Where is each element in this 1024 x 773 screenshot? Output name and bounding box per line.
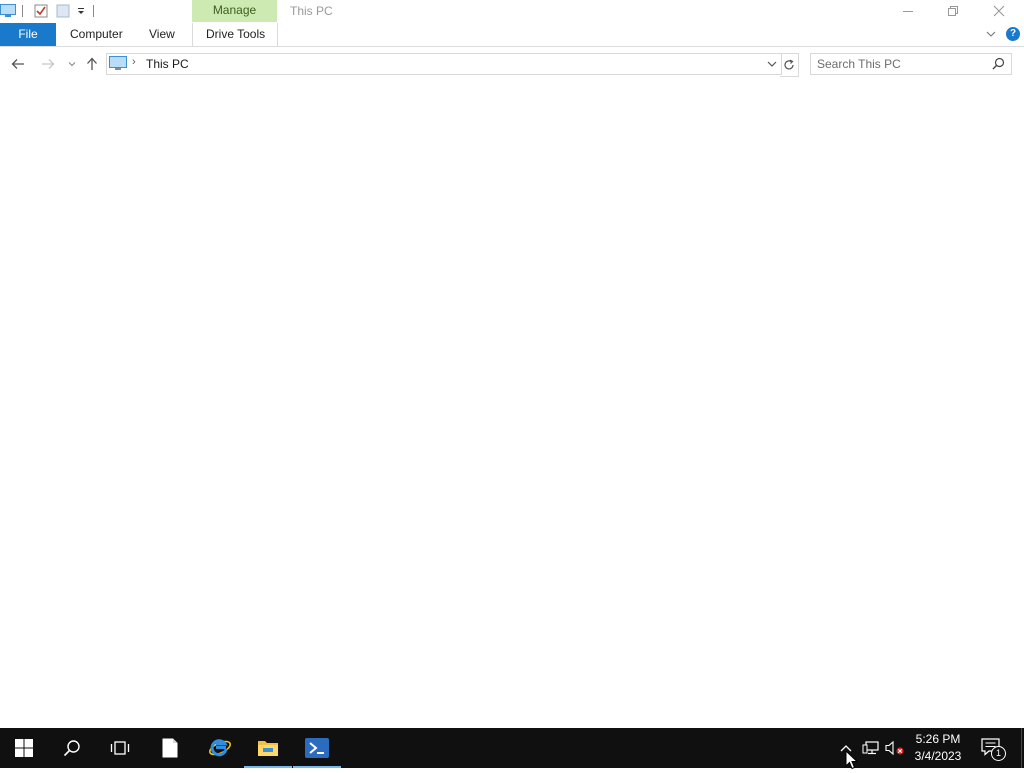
powershell-taskbar-button[interactable]	[293, 728, 341, 768]
title-bar: Manage This PC	[0, 0, 1024, 23]
file-explorer-icon	[258, 741, 278, 756]
back-button[interactable]	[8, 54, 28, 74]
clock-time: 5:26 PM	[915, 732, 961, 746]
back-arrow-icon	[11, 59, 24, 69]
taskbar-search-button[interactable]	[48, 728, 96, 768]
taskbar: 5:26 PM 3/4/2023 1	[0, 728, 1024, 768]
internet-explorer-taskbar-button[interactable]	[196, 728, 244, 768]
refresh-icon	[784, 59, 794, 70]
customize-quick-access-icon[interactable]	[73, 3, 89, 19]
start-icon	[15, 739, 33, 757]
new-folder-icon[interactable]	[55, 3, 71, 19]
close-button[interactable]	[976, 0, 1021, 22]
network-icon	[862, 741, 879, 755]
task-view-icon	[110, 741, 130, 755]
refresh-button[interactable]	[780, 53, 799, 77]
quick-access-separator	[22, 5, 23, 17]
manage-contextual-tab[interactable]: Manage	[192, 0, 277, 22]
minimize-button[interactable]	[885, 0, 930, 22]
volume-tray-button[interactable]	[884, 728, 906, 768]
search-icon	[63, 740, 80, 757]
restore-icon	[947, 6, 958, 16]
notepad-icon	[162, 738, 178, 758]
file-list-pane[interactable]	[0, 81, 1024, 728]
window-title: This PC	[290, 4, 333, 18]
file-explorer-taskbar-button[interactable]	[244, 728, 292, 768]
address-bar[interactable]: › This PC	[106, 53, 782, 75]
search-icon[interactable]	[992, 57, 1005, 73]
powershell-icon	[305, 738, 329, 758]
ribbon-tab-bar: File Computer View Drive Tools ?	[0, 23, 1024, 47]
this-pc-icon[interactable]	[0, 3, 16, 19]
action-center-button[interactable]: 1	[978, 728, 1006, 768]
show-desktop-divider	[1020, 728, 1022, 768]
volume-muted-icon	[885, 740, 904, 756]
restore-button[interactable]	[930, 0, 975, 22]
forward-arrow-icon	[42, 59, 55, 69]
tab-file[interactable]: File	[0, 23, 56, 46]
notepad-taskbar-button[interactable]	[146, 728, 194, 768]
breadcrumb-chevron-icon[interactable]: ›	[132, 56, 136, 68]
start-button[interactable]	[0, 728, 48, 768]
breadcrumb-this-pc[interactable]: This PC	[146, 57, 189, 71]
minimize-icon	[902, 11, 913, 12]
notification-count-badge: 1	[991, 746, 1006, 761]
expand-ribbon-chevron-icon[interactable]	[985, 28, 997, 40]
search-box[interactable]	[810, 53, 1012, 75]
quick-access-separator	[93, 5, 94, 17]
recent-locations-button[interactable]	[62, 54, 82, 74]
search-input[interactable]	[817, 55, 982, 73]
tab-drive-tools[interactable]: Drive Tools	[206, 23, 265, 46]
properties-icon[interactable]	[33, 3, 49, 19]
mouse-cursor-icon	[845, 749, 859, 770]
task-view-button[interactable]	[96, 728, 144, 768]
chevron-down-icon	[767, 61, 777, 67]
tab-view[interactable]: View	[149, 23, 175, 46]
taskbar-clock[interactable]: 5:26 PM 3/4/2023	[908, 731, 968, 765]
close-icon	[993, 5, 1004, 17]
navigation-bar: › This PC	[0, 47, 1024, 81]
network-tray-button[interactable]	[860, 728, 882, 768]
internet-explorer-icon	[209, 739, 231, 757]
forward-button[interactable]	[38, 54, 58, 74]
up-button[interactable]	[82, 54, 102, 74]
clock-date: 3/4/2023	[914, 749, 962, 763]
this-pc-icon	[109, 56, 127, 74]
show-desktop-button[interactable]	[1018, 728, 1024, 768]
up-arrow-icon	[87, 57, 97, 70]
tab-computer[interactable]: Computer	[70, 23, 123, 46]
chevron-down-icon	[68, 62, 76, 67]
help-icon[interactable]: ?	[1006, 27, 1020, 41]
address-history-dropdown[interactable]	[765, 57, 779, 71]
